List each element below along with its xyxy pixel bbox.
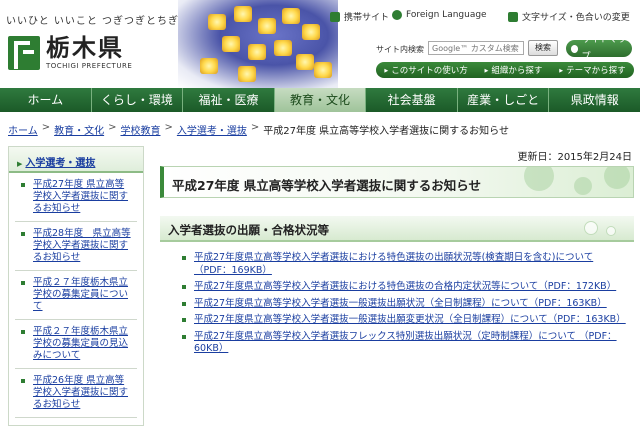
- sidebar-item[interactable]: 平成26年度 県立高等学校入学者選抜に関するお知らせ: [15, 369, 137, 418]
- updated-date: 更新日：2015年2月24日: [517, 152, 632, 163]
- mobile-icon: [330, 11, 340, 22]
- breadcrumb-current: 平成27年度 県立高等学校入学者選抜に関するお知らせ: [263, 126, 509, 137]
- sidebar: 入学選考・選抜 平成27年度 県立高等学校入学者選抜に関するお知らせ 平成28年…: [8, 146, 144, 426]
- sitemap-icon: [571, 44, 579, 53]
- nav-education-culture[interactable]: 教育・文化: [274, 88, 367, 112]
- site-header: いいひと いいこと つぎつぎとちぎ 栃木県 TOCHIGI PREFECTURE…: [0, 0, 640, 88]
- section-heading: 入学者選抜の出願・合格状況等: [160, 216, 634, 242]
- subnav-by-theme[interactable]: テーマから探す: [559, 64, 626, 76]
- pdf-link[interactable]: 平成27年度県立高等学校入学者選抜における特色選抜の合格内定状況等について（PD…: [180, 281, 630, 294]
- text-size-color-link[interactable]: 文字サイズ・色合いの変更: [508, 10, 630, 23]
- nav-welfare-medical[interactable]: 福祉・医療: [183, 88, 275, 112]
- pdf-link[interactable]: 平成27年度県立高等学校入学者選抜フレックス特別選抜出願状況（定時制課程）につい…: [180, 331, 630, 356]
- nav-home[interactable]: ホーム: [0, 88, 92, 112]
- sidebar-item[interactable]: 平成28年度 県立高等学校入学者選抜に関するお知らせ: [15, 222, 137, 271]
- search-button[interactable]: 検索: [528, 40, 558, 56]
- nav-infrastructure[interactable]: 社会基盤: [366, 88, 458, 112]
- pdf-link[interactable]: 平成27年度県立高等学校入学者選抜における特色選抜の出願状況等(検査期日を含む)…: [180, 252, 630, 277]
- page-title: 平成27年度 県立高等学校入学者選抜に関するお知らせ: [160, 166, 634, 198]
- breadcrumb: ホーム > 教育・文化 > 学校教育 > 入学選考・選抜 > 平成27年度 県立高等学校…: [8, 122, 509, 137]
- sidebar-item[interactable]: 平成２７年度栃木県立学校の募集定員の見込みについて: [15, 320, 137, 369]
- subnav-by-organization[interactable]: 組織から探す: [485, 64, 542, 76]
- header-lantern-image: [178, 0, 338, 88]
- breadcrumb-home[interactable]: ホーム: [8, 122, 38, 137]
- sidebar-item[interactable]: 平成２７年度栃木県立学校の募集定員について: [15, 271, 137, 320]
- nav-prefectural-info[interactable]: 県政情報: [549, 88, 640, 112]
- mobile-site-link[interactable]: 携帯サイト: [330, 10, 389, 23]
- sub-navigation: このサイトの使い方 組織から探す テーマから探す: [376, 62, 634, 78]
- global-navigation: ホーム くらし・環境 福祉・医療 教育・文化 社会基盤 産業・しごと 県政情報: [0, 88, 640, 112]
- pdf-link[interactable]: 平成27年度県立高等学校入学者選抜一般選抜出願変更状況（全日制課程）について（P…: [180, 314, 630, 327]
- logo-name: 栃木県: [46, 33, 124, 62]
- breadcrumb-education[interactable]: 教育・文化: [54, 122, 104, 137]
- logo-english: TOCHIGI PREFECTURE: [46, 62, 133, 70]
- sitemap-button[interactable]: サイトマップ: [566, 35, 632, 62]
- nav-living-environment[interactable]: くらし・環境: [91, 88, 184, 112]
- check-icon: [508, 11, 518, 22]
- search-label: サイト内検索: [376, 45, 424, 54]
- sidebar-item[interactable]: 平成27年度 県立高等学校入学者選抜に関するお知らせ: [15, 173, 137, 222]
- pdf-link[interactable]: 平成27年度県立高等学校入学者選抜一般選抜出願状況（全日制課程）について（PDF…: [180, 298, 630, 311]
- foreign-language-link[interactable]: Foreign Language: [392, 10, 487, 20]
- nav-industry-work[interactable]: 産業・しごと: [457, 88, 550, 112]
- sidebar-heading[interactable]: 入学選考・選抜: [9, 147, 143, 173]
- search-input[interactable]: [428, 41, 524, 55]
- breadcrumb-admissions[interactable]: 入学選考・選抜: [177, 122, 247, 137]
- document-link-list: 平成27年度県立高等学校入学者選抜における特色選抜の出願状況等(検査期日を含む)…: [180, 252, 630, 360]
- prefecture-emblem-icon: [8, 36, 40, 70]
- subnav-how-to-use[interactable]: このサイトの使い方: [384, 64, 468, 76]
- slogan: いいひと いいこと つぎつぎとちぎ: [6, 16, 180, 27]
- site-logo[interactable]: 栃木県 TOCHIGI PREFECTURE: [8, 36, 132, 70]
- globe-icon: [392, 10, 402, 20]
- breadcrumb-school-education[interactable]: 学校教育: [120, 122, 160, 137]
